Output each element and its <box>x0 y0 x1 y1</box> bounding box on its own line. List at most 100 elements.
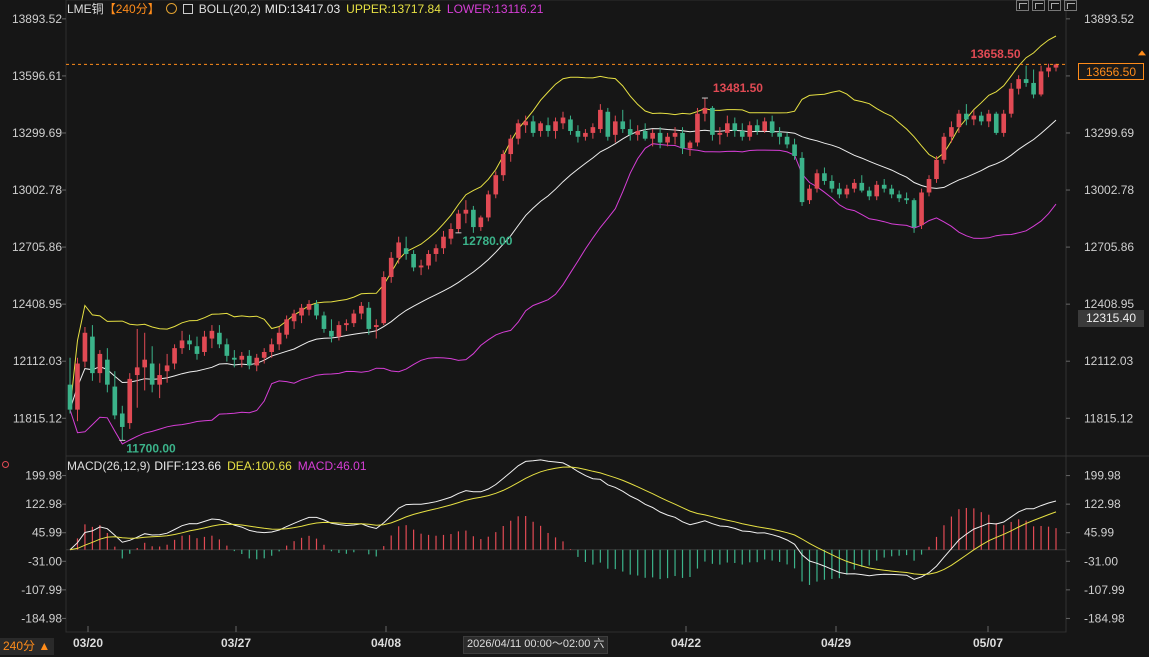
crosshair-price-label: 12315.40 <box>1078 310 1144 327</box>
lower-value: LOWER:13116.21 <box>446 2 544 16</box>
candle-body <box>702 107 708 114</box>
candle-body <box>814 173 820 189</box>
price-up-arrow-icon <box>1138 50 1146 56</box>
candle-body <box>463 209 469 214</box>
candle-body <box>762 121 767 131</box>
macd-dea-line <box>69 466 1057 576</box>
macd-tick-label-right: 45.99 <box>1084 526 1114 540</box>
candle-body <box>119 413 125 427</box>
candle-body <box>246 355 252 366</box>
period-label[interactable]: 【240分】 <box>104 2 160 16</box>
x-tick-label: 03/20 <box>73 636 103 650</box>
candle-body <box>314 303 319 316</box>
indicator-checkbox-icon[interactable] <box>182 4 193 14</box>
candle-body <box>911 200 917 228</box>
candle-body <box>964 113 969 120</box>
candle-body <box>680 132 685 149</box>
candle-body <box>485 194 491 218</box>
symbol-label: LME铜 <box>67 2 104 16</box>
candle-body <box>456 213 461 229</box>
candle-body <box>852 182 857 189</box>
candle-body <box>194 346 200 354</box>
period-switch[interactable]: 240分 ▲ <box>0 638 54 655</box>
boll-upper-line <box>69 35 1057 410</box>
candle-body <box>291 313 297 322</box>
x-tick-label: 03/27 <box>221 636 251 650</box>
candle-body <box>844 188 850 195</box>
candle-body <box>321 315 327 329</box>
macd-tick-label-left: -184.98 <box>21 611 62 625</box>
plot-frame <box>65 0 1067 633</box>
candle-body <box>500 154 506 176</box>
x-tick-label: 04/29 <box>821 636 851 650</box>
candle-body <box>904 198 909 201</box>
candle-body <box>426 253 431 266</box>
candle-body <box>807 188 812 201</box>
macd-tick-label-left: 122.98 <box>25 497 62 511</box>
price-tick-label-left: 12705.86 <box>12 240 62 254</box>
macd-tick-label-right: -184.98 <box>1084 611 1125 625</box>
mid-value: MID:13417.03 <box>264 2 341 16</box>
candle-body <box>433 248 439 254</box>
macd-tick-label-right: -31.00 <box>1084 554 1118 568</box>
candle-body <box>568 119 573 131</box>
candle-body <box>134 367 140 376</box>
candle-body <box>411 253 416 268</box>
candle-body <box>583 132 588 137</box>
candle-body <box>1031 82 1036 95</box>
candle-body <box>344 323 349 326</box>
current-price-label: 13656.50 <box>1078 63 1144 80</box>
indicator-dot-icon[interactable] <box>2 461 9 468</box>
candle-body <box>157 375 162 385</box>
candle-body <box>381 277 387 324</box>
candle-body <box>934 159 939 180</box>
candle-body <box>299 307 304 316</box>
macd-tick-label-right: -107.99 <box>1084 583 1125 597</box>
candle-body <box>545 125 551 131</box>
candle-body <box>642 130 648 139</box>
candle-body <box>1038 71 1044 95</box>
candle-body <box>276 332 282 345</box>
toolbar-fullscreen-icon[interactable] <box>1016 0 1029 11</box>
crosshair-date-label: 2026/04/11 00:00～02:00 六 <box>463 636 609 654</box>
candle-body <box>598 109 603 130</box>
toolbar-chart-icon[interactable] <box>1048 0 1061 11</box>
price-tick-label-right: 13002.78 <box>1084 183 1134 197</box>
price-tick-label-left: 12112.03 <box>13 354 62 368</box>
candle-body <box>254 357 260 366</box>
candle-body <box>478 217 484 228</box>
toolbar-grid-icon[interactable] <box>1032 0 1045 11</box>
toolbar-layout-icon[interactable] <box>1064 0 1077 11</box>
candle-body <box>515 123 521 139</box>
candle-body <box>874 184 880 197</box>
candle-body <box>1046 67 1051 72</box>
price-tick-label-left: 13002.78 <box>12 183 62 197</box>
candle-body <box>956 113 962 128</box>
settings-icon[interactable] <box>165 3 177 14</box>
price-tick-label-left: 11815.12 <box>13 411 62 425</box>
macd-header: MACD(26,12,9) DIFF:123.66 DEA:100.66 MACD:4… <box>67 459 373 473</box>
candle-body <box>747 125 753 137</box>
candle-body <box>896 194 902 199</box>
annotation-high1: 13481.50 <box>713 81 763 95</box>
candle-body <box>90 336 95 374</box>
candle-body <box>784 136 790 145</box>
candle-body <box>829 180 835 189</box>
candle-body <box>239 355 245 360</box>
candle-body <box>665 136 670 143</box>
x-tick-label: 04/22 <box>671 636 701 650</box>
candle-body <box>388 257 394 278</box>
candle-body <box>859 182 865 191</box>
candle-body <box>739 130 745 137</box>
macd-tick-label-left: 199.98 <box>25 469 62 483</box>
annotation-high2: 13658.50 <box>970 47 1020 61</box>
candle-body <box>179 340 185 349</box>
macd-tick-label-left: -31.00 <box>28 554 62 568</box>
boll-label: BOLL(20,2) <box>198 2 261 16</box>
boll-mid-line <box>69 119 1057 410</box>
boll-lower-line <box>69 143 1057 445</box>
candle-body <box>769 121 775 133</box>
candle-body <box>269 344 274 352</box>
candle-body <box>710 107 715 135</box>
candle-body <box>717 132 723 135</box>
